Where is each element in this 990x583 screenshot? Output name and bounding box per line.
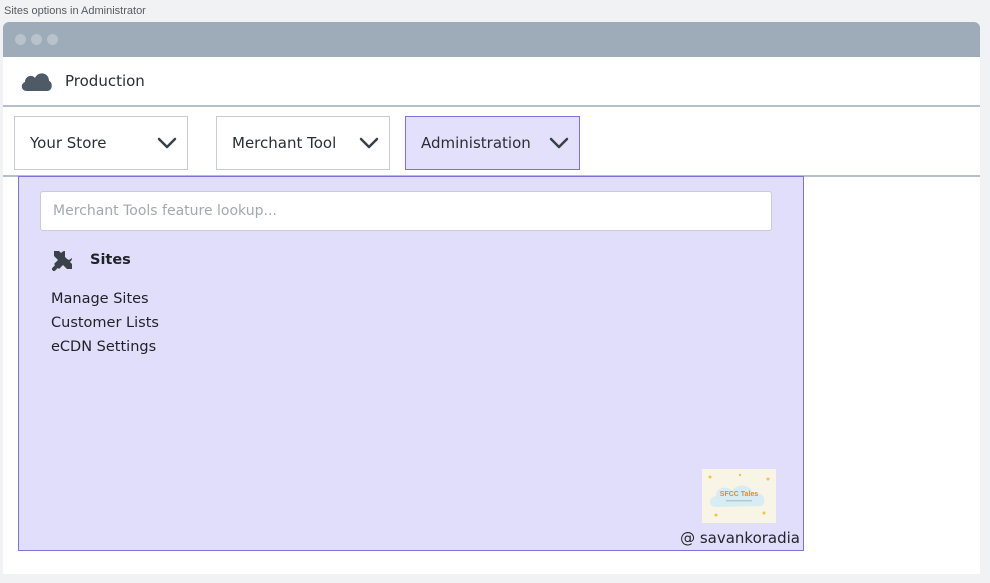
menu-merchant-tool-label: Merchant Tool	[232, 134, 337, 152]
menu-your-store-label: Your Store	[30, 134, 107, 152]
window-minimize-dot[interactable]	[31, 34, 42, 45]
section-title-sites: Sites	[90, 252, 131, 268]
cloud-icon	[21, 73, 52, 91]
sfcc-tales-logo: SFCC Tales	[702, 469, 776, 523]
window-maximize-dot[interactable]	[47, 34, 58, 45]
sites-links-list: Manage Sites Customer Lists eCDN Setting…	[51, 287, 159, 359]
menu-administration[interactable]: Administration	[405, 116, 580, 170]
svg-text:SFCC Tales: SFCC Tales	[720, 491, 758, 498]
app-window: Production Your Store Merchant Tool Admi…	[3, 22, 980, 574]
menu-your-store[interactable]: Your Store	[14, 116, 188, 170]
chevron-down-icon	[157, 137, 177, 149]
main-menu-bar: Your Store Merchant Tool Administration	[3, 107, 980, 177]
administration-dropdown-panel: Sites Manage Sites Customer Lists eCDN S…	[18, 176, 804, 551]
screenshot-caption: Sites options in Administrator	[4, 5, 146, 17]
window-titlebar	[3, 22, 980, 57]
author-watermark: @ savankoradia	[680, 529, 800, 547]
menu-administration-label: Administration	[421, 134, 531, 152]
menu-merchant-tool[interactable]: Merchant Tool	[216, 116, 390, 170]
environment-label: Production	[65, 72, 145, 90]
sites-section-header: Sites	[50, 247, 131, 273]
environment-bar: Production	[3, 57, 980, 107]
tools-icon	[52, 251, 72, 271]
link-ecdn-settings[interactable]: eCDN Settings	[51, 335, 159, 359]
chevron-down-icon	[549, 137, 569, 149]
chevron-down-icon	[359, 137, 379, 149]
feature-lookup-input[interactable]	[40, 191, 772, 231]
link-manage-sites[interactable]: Manage Sites	[51, 287, 159, 311]
link-customer-lists[interactable]: Customer Lists	[51, 311, 159, 335]
window-close-dot[interactable]	[15, 34, 26, 45]
